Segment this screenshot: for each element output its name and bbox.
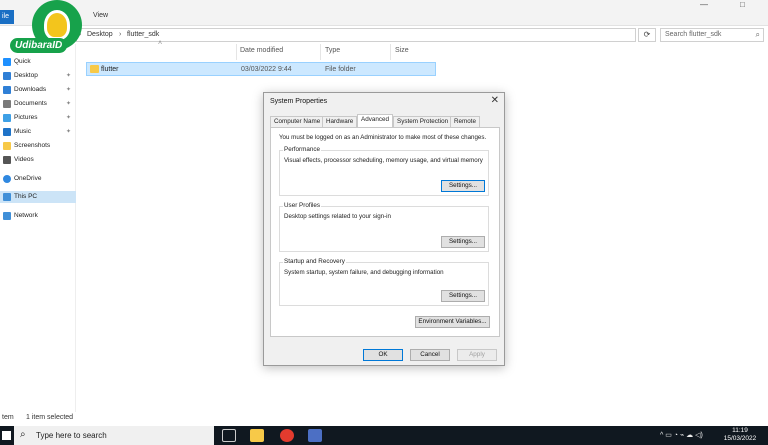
music-icon — [3, 128, 11, 136]
download-icon — [3, 86, 11, 94]
group-label: Performance — [283, 146, 322, 153]
taskbar-search[interactable]: ⌕ Type here to search — [14, 426, 214, 445]
system-app-icon[interactable] — [308, 429, 322, 442]
group-startup-recovery: Startup and Recovery System startup, sys… — [279, 258, 489, 306]
nav-item-downloads[interactable]: Downloads ✦ — [0, 84, 76, 96]
file-row-flutter[interactable]: flutter 03/03/2022 9:44 File folder — [86, 62, 436, 76]
file-explorer-icon[interactable] — [250, 429, 264, 442]
group-user-profiles: User Profiles Desktop settings related t… — [279, 202, 489, 252]
folder-icon — [3, 142, 11, 150]
search-icon: ⌕ — [20, 429, 26, 440]
apply-button[interactable]: Apply — [457, 349, 497, 361]
picture-icon — [3, 114, 11, 122]
breadcrumb-separator: › — [119, 31, 122, 38]
group-label: Startup and Recovery — [283, 258, 346, 265]
refresh-button[interactable]: ⟳ — [638, 28, 656, 42]
search-icon: ⌕ — [755, 30, 760, 39]
environment-variables-button[interactable]: Environment Variables... — [415, 316, 490, 328]
maximize-button[interactable]: □ — [740, 0, 745, 9]
network-icon — [3, 212, 11, 220]
column-size[interactable]: Size — [395, 47, 409, 54]
nav-item-this-pc[interactable]: This PC — [0, 191, 76, 203]
column-date-modified[interactable]: Date modified — [240, 47, 283, 54]
group-label: User Profiles — [283, 202, 322, 209]
windows-start-icon[interactable] — [2, 431, 11, 440]
tab-advanced[interactable]: Advanced — [357, 114, 394, 127]
nav-item-desktop[interactable]: Desktop ✦ — [0, 70, 76, 82]
nav-item-documents[interactable]: Documents ✦ — [0, 98, 76, 110]
tab-system-protection[interactable]: System Protection — [393, 116, 453, 127]
performance-settings-button[interactable]: Settings... — [441, 180, 485, 192]
taskbar: ⌕ Type here to search ^ ▭ ◔ ⌁ ☁ ◁) 11:19… — [0, 426, 768, 445]
nav-item-onedrive[interactable]: OneDrive — [0, 173, 76, 185]
view-tab[interactable]: View — [93, 12, 108, 19]
clock-time: 11:19 — [732, 427, 748, 434]
sort-up-icon: ˄ — [158, 40, 163, 47]
logo-emblem-icon — [44, 10, 70, 40]
logo-text: UdibaraID — [10, 38, 68, 53]
column-separator — [320, 44, 321, 60]
pin-icon: ✦ — [66, 115, 72, 121]
column-separator — [236, 44, 237, 60]
udibara-logo: UdibaraID — [10, 0, 88, 70]
nav-item-pictures[interactable]: Pictures ✦ — [0, 112, 76, 124]
dialog-tabs: Computer Name Hardware Advanced System P… — [270, 114, 500, 127]
cloud-icon — [3, 175, 11, 183]
pin-icon: ✦ — [66, 87, 72, 93]
user-profiles-settings-button[interactable]: Settings... — [441, 236, 485, 248]
pin-icon: ✦ — [66, 129, 72, 135]
status-item-count: tem — [2, 414, 14, 421]
status-selected: 1 item selected — [26, 414, 74, 421]
ok-button[interactable]: OK — [363, 349, 403, 361]
navigation-pane: Quick Desktop ✦ Downloads ✦ Documents ✦ … — [0, 44, 76, 412]
taskbar-clock[interactable]: 11:19 15/03/2022 — [720, 427, 760, 443]
explorer-ribbon: ile View — □ — [0, 0, 768, 26]
system-tray-icons[interactable]: ^ ▭ ◔ ⌁ ☁ ◁) — [660, 431, 703, 439]
group-description: System startup, system failure, and debu… — [284, 269, 444, 276]
breadcrumb-desktop[interactable]: Desktop — [87, 31, 113, 38]
minimize-button[interactable]: — — [700, 0, 708, 9]
chrome-icon[interactable] — [280, 429, 294, 442]
group-description: Desktop settings related to your sign-in — [284, 213, 391, 220]
file-type: File folder — [325, 66, 356, 73]
nav-item-network[interactable]: Network — [0, 210, 76, 222]
column-type[interactable]: Type — [325, 47, 340, 54]
advanced-tab-panel: You must be logged on as an Administrato… — [270, 127, 500, 337]
desktop-icon — [3, 72, 11, 80]
nav-item-screenshots[interactable]: Screenshots — [0, 140, 76, 152]
nav-item-music[interactable]: Music ✦ — [0, 126, 76, 138]
tab-computer-name[interactable]: Computer Name — [270, 116, 325, 127]
clock-date: 15/03/2022 — [723, 435, 757, 442]
search-box[interactable]: ⌕ Search flutter_sdk — [660, 28, 764, 42]
taskbar-search-placeholder: Type here to search — [36, 431, 107, 440]
startup-recovery-settings-button[interactable]: Settings... — [441, 290, 485, 302]
group-description: Visual effects, processor scheduling, me… — [284, 157, 483, 164]
system-properties-dialog: System Properties ✕ Computer Name Hardwa… — [263, 92, 505, 366]
video-icon — [3, 156, 11, 164]
refresh-icon: ⟳ — [643, 30, 651, 39]
group-performance: Performance Visual effects, processor sc… — [279, 146, 489, 196]
file-date: 03/03/2022 9:44 — [241, 66, 292, 73]
column-separator — [390, 44, 391, 60]
pin-icon: ✦ — [66, 73, 72, 79]
close-icon[interactable]: ✕ — [491, 95, 499, 106]
document-icon — [3, 100, 11, 108]
status-bar: tem 1 item selected — [0, 412, 768, 426]
folder-icon — [90, 65, 99, 73]
pin-icon: ✦ — [66, 101, 72, 107]
dialog-title: System Properties — [270, 98, 328, 105]
nav-item-videos[interactable]: Videos — [0, 154, 76, 166]
breadcrumb-flutter-sdk[interactable]: flutter_sdk — [127, 31, 159, 38]
tab-remote[interactable]: Remote — [450, 116, 481, 127]
computer-icon — [3, 193, 11, 201]
task-view-icon[interactable] — [222, 429, 236, 442]
admin-note: You must be logged on as an Administrato… — [279, 134, 487, 141]
search-placeholder: Search flutter_sdk — [665, 31, 722, 38]
cancel-button[interactable]: Cancel — [410, 349, 450, 361]
tab-hardware[interactable]: Hardware — [322, 116, 358, 127]
file-name: flutter — [101, 66, 119, 73]
